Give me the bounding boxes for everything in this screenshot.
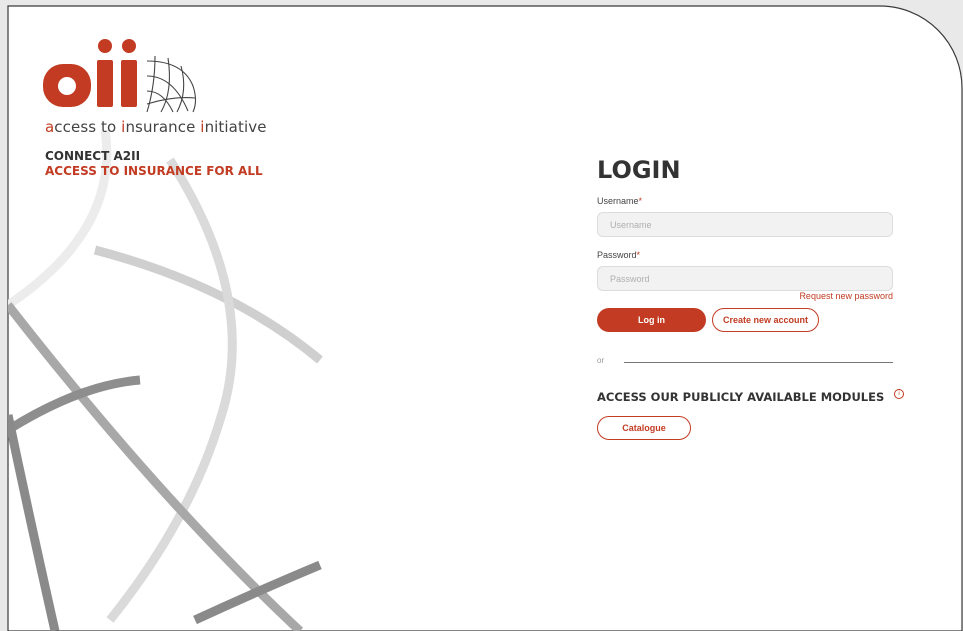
username-label: Username* — [597, 196, 642, 206]
password-label-text: Password — [597, 250, 637, 260]
username-label-text: Username — [597, 196, 639, 206]
modules-heading: ACCESS OUR PUBLICLY AVAILABLE MODULES — [597, 390, 885, 404]
required-mark: * — [636, 250, 641, 260]
info-circle-icon[interactable]: i — [894, 389, 904, 399]
login-button[interactable]: Log in — [597, 308, 706, 332]
login-title: LOGIN — [597, 156, 681, 184]
tagline: access to insurance initiative — [45, 118, 267, 136]
tagline-part: nitiative — [204, 118, 267, 136]
tagline-part: a — [45, 118, 55, 136]
request-new-password-link[interactable]: Request new password — [799, 291, 893, 301]
password-label: Password* — [597, 250, 640, 260]
connect-title: CONNECT A2II — [45, 149, 141, 163]
aii-logo: aii — [43, 39, 197, 113]
tagline-part: ccess to — [54, 118, 122, 136]
create-account-button[interactable]: Create new account — [712, 308, 819, 332]
password-input[interactable] — [597, 266, 893, 291]
catalogue-button[interactable]: Catalogue — [597, 416, 691, 440]
or-divider — [624, 362, 893, 363]
username-input[interactable] — [597, 212, 893, 237]
logo-globe-icon — [146, 55, 197, 113]
tagline-part: nsurance — [125, 118, 201, 136]
slogan: ACCESS TO INSURANCE FOR ALL — [45, 164, 263, 178]
required-mark: * — [638, 196, 643, 206]
or-separator-label: or — [597, 356, 605, 365]
